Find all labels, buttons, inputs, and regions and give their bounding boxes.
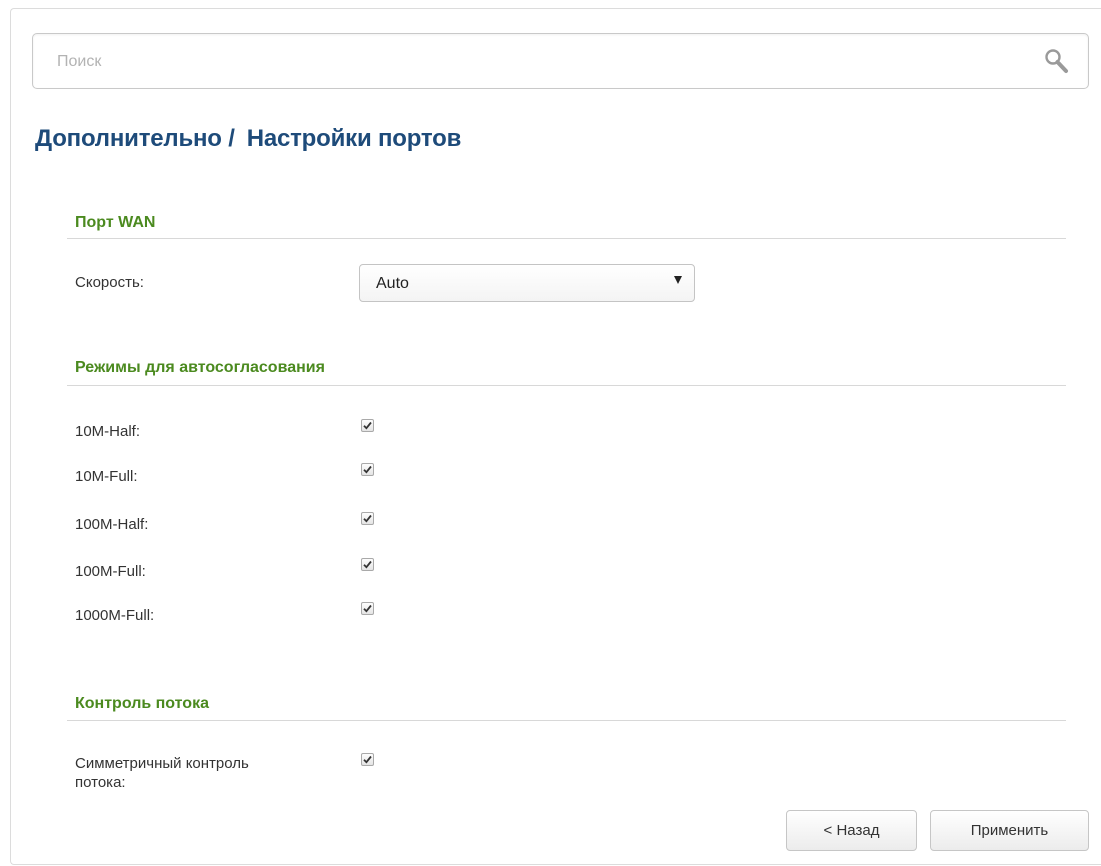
mode-label-10m-full: 10M-Full: (75, 468, 138, 485)
back-button[interactable]: < Назад (786, 810, 917, 851)
mode-checkbox-100m-full[interactable] (361, 558, 374, 571)
mode-label-100m-full: 100M-Full: (75, 563, 146, 580)
mode-checkbox-100m-half[interactable] (361, 512, 374, 525)
section-heading-autoneg: Режимы для автосогласования (75, 359, 325, 376)
page-title: Дополнительно / Настройки портов (35, 125, 461, 153)
section-heading-wan-port: Порт WAN (75, 214, 156, 231)
checkmark-icon (363, 421, 372, 430)
checkmark-icon (363, 514, 372, 523)
checkmark-icon (363, 604, 372, 613)
chevron-down-icon (674, 276, 682, 284)
checkmark-icon (363, 465, 372, 474)
mode-checkbox-10m-half[interactable] (361, 419, 374, 432)
page: Дополнительно / Настройки портов Порт WAN… (0, 0, 1101, 866)
breadcrumb-section: Дополнительно / (35, 125, 235, 152)
search-input[interactable] (55, 48, 1009, 76)
mode-checkbox-10m-full[interactable] (361, 463, 374, 476)
mode-label-100m-half: 100M-Half: (75, 516, 149, 533)
speed-select[interactable]: Auto (359, 264, 695, 302)
symmetric-flow-control-label: Симметричный контроль потока: (75, 754, 249, 792)
symmetric-flow-control-label-line2: потока: (75, 774, 126, 791)
section-divider (67, 238, 1066, 239)
apply-button[interactable]: Применить (930, 810, 1089, 851)
breadcrumb-page: Настройки портов (246, 125, 462, 152)
mode-label-1000m-full: 1000M-Full: (75, 607, 155, 624)
checkmark-icon (363, 755, 372, 764)
search-box[interactable] (32, 33, 1089, 89)
symmetric-flow-control-checkbox[interactable] (361, 753, 374, 766)
speed-select-value: Auto (376, 275, 409, 292)
section-heading-flow-control: Контроль потока (75, 695, 209, 712)
mode-label-10m-half: 10M-Half: (75, 423, 141, 440)
section-divider (67, 720, 1066, 721)
mode-checkbox-1000m-full[interactable] (361, 602, 374, 615)
symmetric-flow-control-label-line1: Симметричный контроль (75, 755, 249, 772)
speed-label: Скорость: (75, 274, 144, 291)
search-icon[interactable] (1042, 47, 1072, 77)
section-divider (67, 385, 1066, 386)
checkmark-icon (363, 560, 372, 569)
